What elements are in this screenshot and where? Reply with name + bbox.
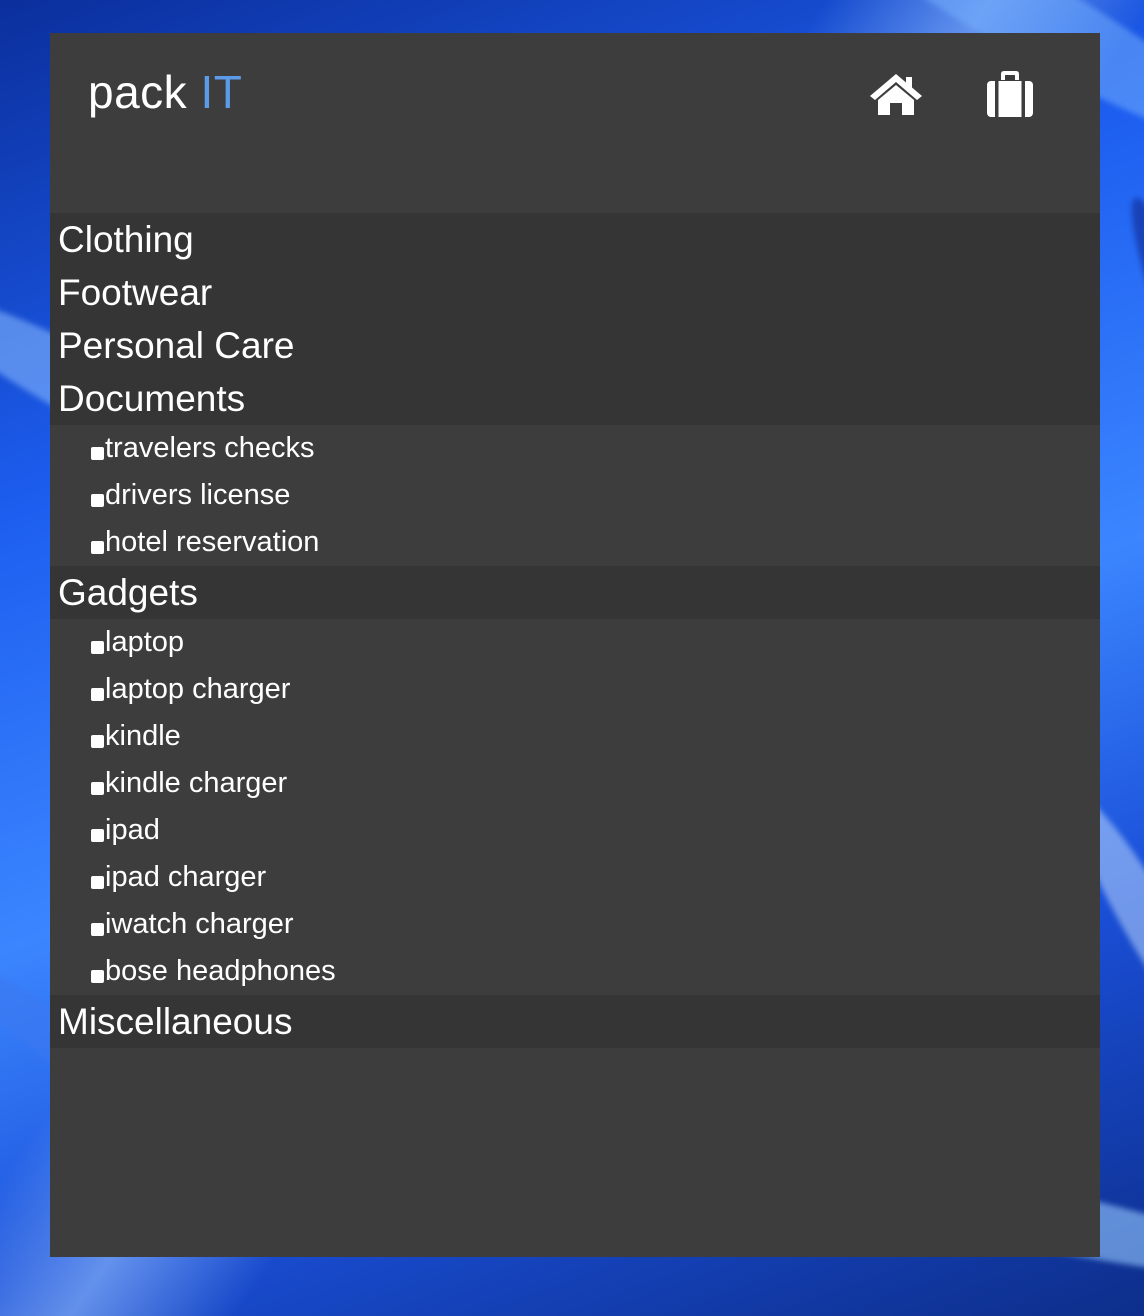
checkbox[interactable]	[91, 735, 104, 748]
checkbox[interactable]	[91, 494, 104, 507]
category-clothing[interactable]: Clothing	[50, 213, 1100, 266]
checkbox[interactable]	[91, 829, 104, 842]
app-window: pack IT Clothing Footwear Personal Care …	[50, 33, 1100, 1257]
logo-accent: IT	[200, 66, 243, 118]
item-label: ipad	[105, 814, 160, 846]
item-label: travelers checks	[105, 432, 315, 464]
item-label: kindle	[105, 720, 181, 752]
list-item[interactable]: laptop charger	[50, 666, 1100, 713]
item-label: bose headphones	[105, 955, 336, 987]
checkbox[interactable]	[91, 923, 104, 936]
category-personal-care[interactable]: Personal Care	[50, 319, 1100, 372]
checkbox[interactable]	[91, 688, 104, 701]
list-item[interactable]: kindle charger	[50, 760, 1100, 807]
checkbox[interactable]	[91, 641, 104, 654]
checkbox[interactable]	[91, 782, 104, 795]
logo-main: pack	[88, 66, 188, 118]
app-header: pack IT	[50, 33, 1100, 213]
list-item[interactable]: laptop	[50, 619, 1100, 666]
category-documents[interactable]: Documents	[50, 372, 1100, 425]
list-item[interactable]: kindle	[50, 713, 1100, 760]
checkbox[interactable]	[91, 447, 104, 460]
item-label: hotel reservation	[105, 526, 320, 558]
list-item[interactable]: drivers license	[50, 472, 1100, 519]
app-logo[interactable]: pack IT	[88, 65, 242, 119]
list-item[interactable]: hotel reservation	[50, 519, 1100, 566]
category-miscellaneous[interactable]: Miscellaneous	[50, 995, 1100, 1048]
suitcase-icon[interactable]	[982, 70, 1038, 118]
item-label: ipad charger	[105, 861, 267, 893]
checkbox[interactable]	[91, 541, 104, 554]
item-label: laptop charger	[105, 673, 291, 705]
category-gadgets[interactable]: Gadgets	[50, 566, 1100, 619]
checkbox[interactable]	[91, 970, 104, 983]
item-label: laptop	[105, 626, 185, 658]
list-item[interactable]: ipad	[50, 807, 1100, 854]
category-footwear[interactable]: Footwear	[50, 266, 1100, 319]
list-item[interactable]: bose headphones	[50, 948, 1100, 995]
item-label: iwatch charger	[105, 908, 294, 940]
item-label: kindle charger	[105, 767, 288, 799]
gadgets-item-list: laptop laptop charger kindle kindle char…	[50, 619, 1100, 995]
home-icon[interactable]	[868, 70, 924, 118]
item-label: drivers license	[105, 479, 291, 511]
list-item[interactable]: travelers checks	[50, 425, 1100, 472]
documents-item-list: travelers checks drivers license hotel r…	[50, 425, 1100, 566]
list-item[interactable]: ipad charger	[50, 854, 1100, 901]
list-item[interactable]: iwatch charger	[50, 901, 1100, 948]
checkbox[interactable]	[91, 876, 104, 889]
